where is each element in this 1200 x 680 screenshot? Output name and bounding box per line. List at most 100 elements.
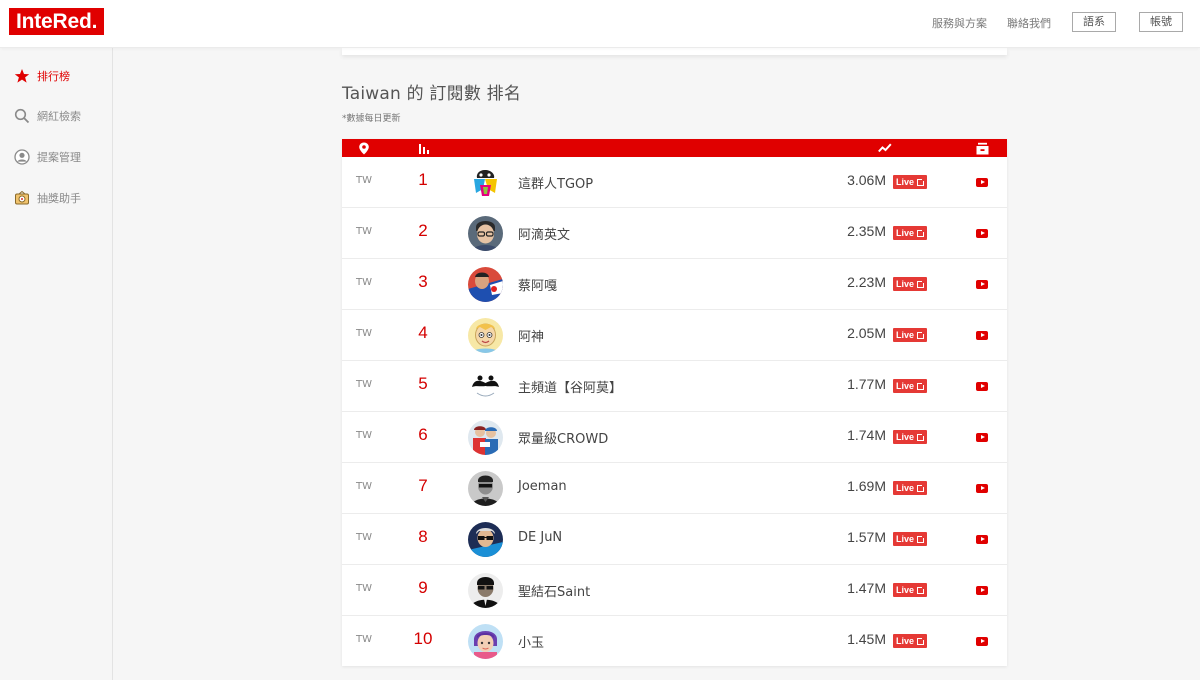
live-badge-button[interactable]: Live [893, 583, 928, 597]
live-badge-button[interactable]: Live [893, 532, 928, 546]
channel-avatar[interactable] [468, 471, 503, 506]
live-label: Live [896, 483, 915, 493]
youtube-icon[interactable] [976, 535, 988, 544]
subscriber-count: 2.23M [847, 274, 886, 290]
sidebar-item-search[interactable]: 網紅檢索 [14, 106, 81, 126]
live-label: Live [896, 279, 915, 289]
subscriber-count: 1.47M [847, 580, 886, 596]
country-code: TW [356, 328, 372, 339]
channel-name[interactable]: 蔡阿嘎 [518, 275, 557, 294]
channel-avatar[interactable] [468, 216, 503, 251]
channel-avatar[interactable] [468, 318, 503, 353]
logo[interactable]: InteRed. [9, 8, 105, 35]
channel-name[interactable]: 主頻道【谷阿莫】 [518, 377, 622, 396]
channel-avatar[interactable] [468, 573, 503, 608]
rank-number: 2 [418, 221, 428, 240]
live-badge-button[interactable]: Live [893, 175, 928, 189]
page-title: Taiwan 的 訂閱數 排名 [342, 84, 522, 104]
table-row[interactable]: TW 7 Joeman 1.69M Live [342, 463, 1007, 514]
sidebar-item-label: 提案管理 [37, 151, 81, 164]
country-code: TW [356, 175, 372, 186]
subscriber-count: 1.69M [847, 478, 886, 494]
channel-name[interactable]: 這群人TGOP [518, 173, 593, 192]
platform-icon[interactable] [975, 141, 989, 155]
live-badge-button[interactable]: Live [893, 277, 928, 291]
youtube-icon[interactable] [976, 382, 988, 391]
channel-name[interactable]: 阿神 [518, 326, 544, 345]
youtube-icon[interactable] [976, 229, 988, 238]
live-label: Live [896, 432, 915, 442]
top-header: InteRed. 服務與方案 聯絡我們 語系 帳號 [0, 0, 1200, 48]
youtube-icon[interactable] [976, 586, 988, 595]
top-card-strip [342, 48, 1007, 55]
table-header [342, 139, 1007, 157]
country-code: TW [356, 481, 372, 492]
youtube-icon[interactable] [976, 280, 988, 289]
country-code: TW [356, 634, 372, 645]
language-button[interactable]: 語系 [1072, 12, 1116, 32]
search-icon [14, 108, 30, 124]
bar-chart-icon[interactable] [417, 141, 431, 155]
country-code: TW [356, 583, 372, 594]
live-badge-button[interactable]: Live [893, 634, 928, 648]
channel-avatar[interactable] [468, 420, 503, 455]
country-code: TW [356, 379, 372, 390]
sidebar-item-ranking[interactable]: 排行榜 [14, 66, 70, 86]
location-pin-icon[interactable] [357, 141, 371, 155]
subscriber-count: 2.05M [847, 325, 886, 341]
sidebar-item-lottery[interactable]: 抽獎助手 [14, 188, 81, 208]
live-label: Live [896, 330, 915, 340]
external-link-icon [917, 585, 926, 594]
channel-name[interactable]: Joeman [518, 479, 567, 494]
table-row[interactable]: TW 3 蔡阿嘎 2.23M Live [342, 259, 1007, 310]
channel-name[interactable]: 聖結石Saint [518, 581, 590, 600]
channel-avatar[interactable] [468, 267, 503, 302]
rank-number: 10 [413, 629, 433, 648]
youtube-icon[interactable] [976, 484, 988, 493]
account-button[interactable]: 帳號 [1139, 12, 1183, 32]
rank-number: 4 [418, 323, 428, 342]
sidebar-item-label: 抽獎助手 [37, 192, 81, 205]
subscriber-count: 1.77M [847, 376, 886, 392]
channel-name[interactable]: DE JuN [518, 530, 562, 545]
channel-avatar[interactable] [468, 624, 503, 659]
live-badge-button[interactable]: Live [893, 226, 928, 240]
youtube-icon[interactable] [976, 178, 988, 187]
subscriber-count: 2.35M [847, 223, 886, 239]
channel-avatar[interactable] [468, 165, 503, 200]
subscriber-count: 3.06M [847, 172, 886, 188]
live-badge-button[interactable]: Live [893, 328, 928, 342]
sidebar-item-proposals[interactable]: 提案管理 [14, 147, 81, 167]
channel-avatar[interactable] [468, 522, 503, 557]
table-row[interactable]: TW 5 主頻道【谷阿莫】 1.77M Live [342, 361, 1007, 412]
youtube-icon[interactable] [976, 331, 988, 340]
nav-contact-link[interactable]: 聯絡我們 [1007, 15, 1051, 31]
table-body: TW 1 這群人TGOP 3.06M Live TW 2 阿滴英文 2.35M Live TW 3 蔡阿… [342, 157, 1007, 666]
table-row[interactable]: TW 4 阿神 2.05M Live [342, 310, 1007, 361]
external-link-icon [917, 432, 926, 441]
youtube-icon[interactable] [976, 433, 988, 442]
external-link-icon [917, 636, 926, 645]
table-row[interactable]: TW 2 阿滴英文 2.35M Live [342, 208, 1007, 259]
live-badge-button[interactable]: Live [893, 379, 928, 393]
subscriber-count: 1.45M [847, 631, 886, 647]
channel-name[interactable]: 阿滴英文 [518, 224, 570, 243]
trend-line-icon[interactable] [878, 141, 892, 155]
channel-name[interactable]: 小玉 [518, 632, 544, 651]
table-row[interactable]: TW 1 這群人TGOP 3.06M Live [342, 157, 1007, 208]
table-row[interactable]: TW 9 聖結石Saint 1.47M Live [342, 565, 1007, 616]
external-link-icon [917, 534, 926, 543]
live-label: Live [896, 381, 915, 391]
external-link-icon [917, 228, 926, 237]
live-badge-button[interactable]: Live [893, 430, 928, 444]
channel-name[interactable]: 眾量級CROWD [518, 428, 608, 447]
table-row[interactable]: TW 10 小玉 1.45M Live [342, 616, 1007, 666]
table-row[interactable]: TW 6 眾量級CROWD 1.74M Live [342, 412, 1007, 463]
channel-avatar[interactable] [468, 369, 503, 404]
table-row[interactable]: TW 8 DE JuN 1.57M Live [342, 514, 1007, 565]
external-link-icon [917, 279, 926, 288]
youtube-icon[interactable] [976, 637, 988, 646]
live-badge-button[interactable]: Live [893, 481, 928, 495]
external-link-icon [917, 483, 926, 492]
nav-services-link[interactable]: 服務與方案 [932, 15, 987, 31]
